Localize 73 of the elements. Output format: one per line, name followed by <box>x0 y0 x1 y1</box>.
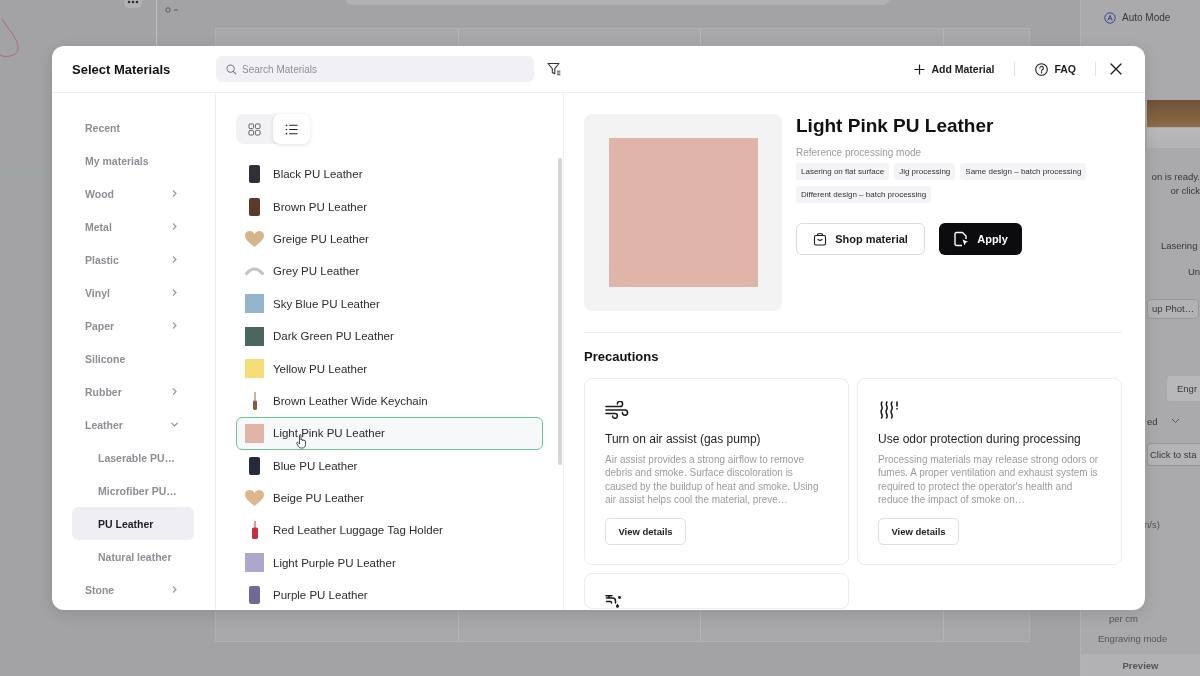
chevron-right-icon <box>170 321 179 330</box>
wind-icon <box>605 401 629 419</box>
sidebar-subitem[interactable]: PU Leather <box>72 507 194 540</box>
mode-tab[interactable]: Engr <box>1167 376 1200 402</box>
close-icon[interactable] <box>1110 63 1122 75</box>
processing-tag: Jig processing <box>894 163 956 180</box>
chevron-right-icon <box>170 585 179 594</box>
plus-icon <box>914 63 926 75</box>
material-list-item[interactable]: Blue PU Leather <box>236 449 543 482</box>
mode-dropdown[interactable]: ed <box>1147 414 1180 429</box>
material-list-item[interactable]: Beige PU Leather <box>236 481 543 515</box>
preview-button[interactable]: Preview <box>1081 654 1200 676</box>
material-list-item[interactable]: Yellow PU Leather <box>236 352 543 385</box>
start-button[interactable]: Click to sta <box>1147 443 1200 467</box>
processing-mode-label: Reference processing mode <box>796 147 922 159</box>
speed-unit-label: n/s) <box>1144 519 1160 532</box>
material-list-item[interactable]: Dark Green PU Leather <box>236 319 543 353</box>
status-text: on is ready. <box>1151 170 1200 183</box>
density-unit-label: per cm <box>1109 613 1139 626</box>
setting-value: Lasering <box>1161 239 1198 252</box>
document-cursor-icon <box>953 231 970 247</box>
dialog-title: Select Materials <box>72 62 171 77</box>
search-field[interactable]: Search Materials <box>216 56 534 82</box>
filter-icon[interactable] <box>547 62 561 76</box>
help-icon <box>1035 62 1049 76</box>
material-list-item[interactable]: Purple PU Leather <box>236 579 543 610</box>
chevron-down-icon <box>1170 418 1180 425</box>
processing-tag: Different design – batch processing <box>796 186 932 203</box>
photo-button[interactable]: up Phot… <box>1147 298 1200 320</box>
shopping-bag-icon <box>813 232 828 246</box>
chevron-right-icon <box>170 387 179 396</box>
mode-label: Auto Mode <box>1122 11 1171 24</box>
status-text: or click <box>1170 184 1200 197</box>
search-icon <box>226 63 237 75</box>
chevron-right-icon <box>170 255 179 264</box>
chevron-down-icon <box>170 420 179 429</box>
material-list-item[interactable]: Grey PU Leather <box>236 255 543 288</box>
curve-outline <box>0 18 20 58</box>
photo-placeholder <box>1147 99 1200 148</box>
processing-tag: Lasering on flat surface <box>796 163 890 180</box>
view-details-button[interactable]: View details <box>605 518 686 546</box>
more-icon[interactable] <box>124 0 142 8</box>
faq-button[interactable]: FAQ <box>1035 59 1076 79</box>
circle-dash-icon <box>165 7 179 13</box>
material-list-item[interactable]: Black PU Leather <box>236 158 543 191</box>
material-list-item[interactable]: Brown Leather Wide Keychain <box>236 384 543 418</box>
auto-mode-icon <box>1104 11 1116 24</box>
material-list-item[interactable]: Brown PU Leather <box>236 190 543 223</box>
material-list-item[interactable]: Sky Blue PU Leather <box>236 287 543 320</box>
material-list-item[interactable]: Greige PU Leather <box>236 222 543 256</box>
precaution-description: Air assist provides a strong airflow to remove debris and smoke. Surface discoloration is caused by the buildup of heat and smoke. Using air assist helps cool the material, preve… <box>605 453 820 507</box>
precaution-title: Turn on air assist (gas pump) <box>605 431 761 447</box>
material-list-item[interactable]: Red Leather Luggage Tag Holder <box>236 514 543 547</box>
section-heading: Precautions <box>584 349 660 365</box>
chevron-right-icon <box>170 222 179 231</box>
precaution-description: Processing materials may release strong odors or fumes. A proper ventilation and exhaust system is required to protect the operator's health and reduce the impact of smoke on… <box>878 453 1100 507</box>
shop-material-button[interactable]: Shop material <box>796 223 925 255</box>
processing-tag: Same design – batch processing <box>960 163 1087 180</box>
material-title: Light Pink PU Leather <box>796 114 994 138</box>
list-icon <box>285 122 298 136</box>
apply-button[interactable]: Apply <box>939 223 1022 255</box>
chevron-right-icon <box>170 288 179 297</box>
material-list-item[interactable]: Light Purple PU Leather <box>236 546 543 580</box>
add-material-button[interactable]: Add Material <box>914 59 995 79</box>
grid-icon <box>248 122 261 136</box>
chevron-right-icon <box>170 189 179 198</box>
faucet-icon <box>605 595 623 609</box>
precaution-title: Use odor protection during processing <box>878 431 1081 447</box>
engraving-mode-label: Engraving mode <box>1098 633 1168 646</box>
material-list-item[interactable]: Light Pink PU Leather <box>236 417 543 450</box>
setting-value: Un <box>1188 265 1200 278</box>
list-view-button[interactable] <box>273 114 310 144</box>
view-details-button[interactable]: View details <box>878 518 959 546</box>
